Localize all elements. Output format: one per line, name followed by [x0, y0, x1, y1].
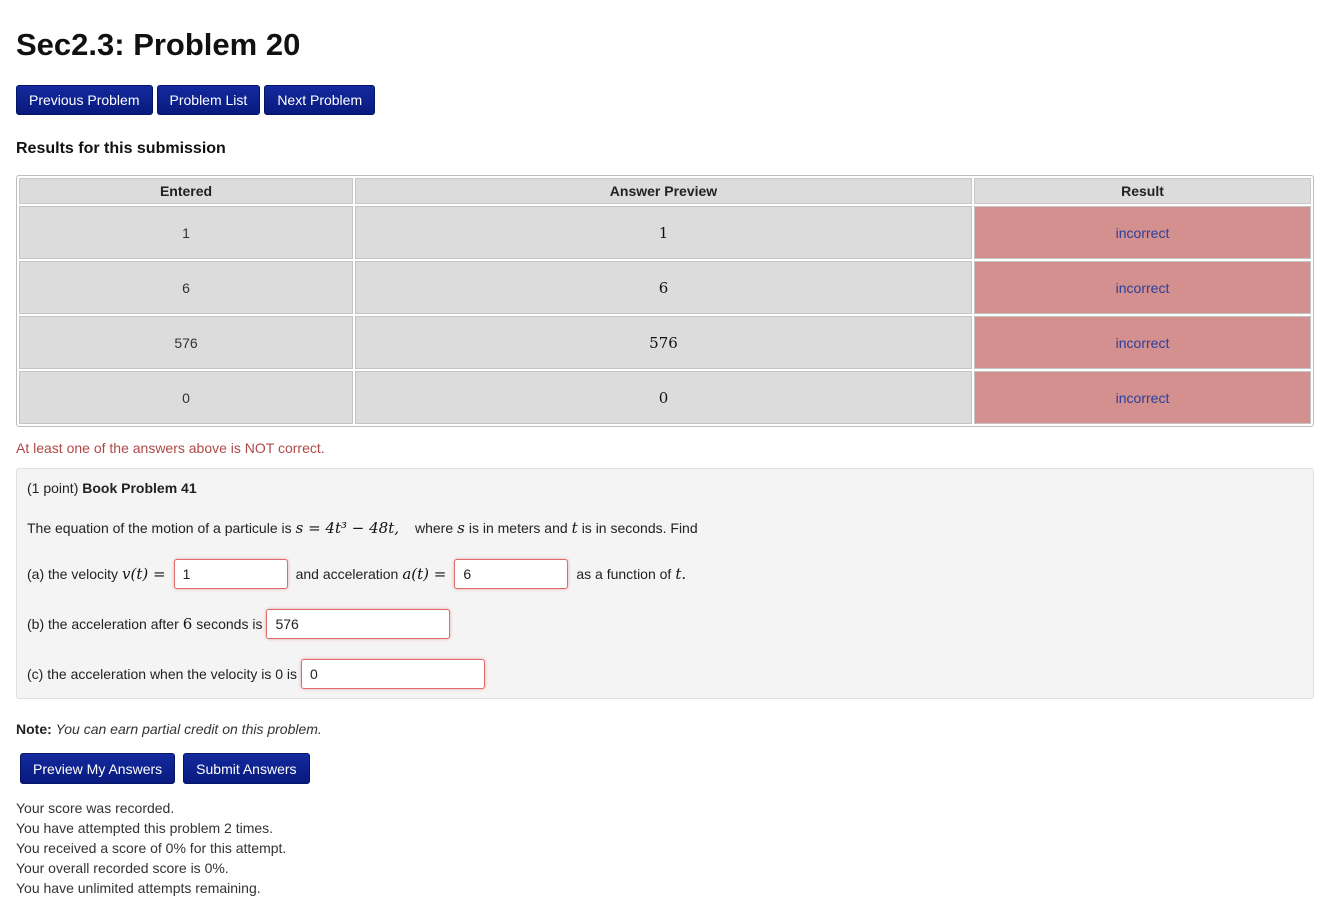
part-b-number: 6 — [182, 615, 193, 633]
part-a-middle: and acceleration — [295, 566, 399, 582]
result-cell: incorrect — [974, 371, 1311, 424]
page-title: Sec2.3: Problem 20 — [16, 27, 301, 62]
answer-actions: Preview My Answers Submit Answers — [20, 753, 310, 784]
problem-name: Book Problem 41 — [82, 480, 197, 496]
velocity-symbol: v(t) = — [122, 565, 166, 583]
variable-s: s — [457, 519, 465, 537]
variable-t-suffix: t. — [675, 565, 687, 583]
incorrect-warning: At least one of the answers above is NOT… — [16, 440, 325, 456]
results-header-row: Entered Answer Preview Result — [19, 178, 1311, 204]
problem-nav: Previous Problem Problem List Next Probl… — [16, 85, 376, 115]
acceleration-answer-input[interactable] — [454, 559, 569, 589]
part-a: (a) the velocity v(t) = and acceleration… — [27, 559, 690, 589]
problem-header: (1 point) Book Problem 41 — [27, 480, 197, 496]
result-cell: incorrect — [974, 206, 1311, 259]
status-line: You received a score of 0% for this atte… — [16, 840, 287, 856]
previous-problem-button[interactable]: Previous Problem — [16, 85, 153, 115]
intro-where: where — [414, 520, 454, 536]
table-row: 6 6 incorrect — [19, 261, 1311, 314]
part-b-prefix: (b) the acceleration after — [27, 616, 179, 632]
status-line: You have attempted this problem 2 times. — [16, 820, 274, 836]
entered-cell: 576 — [19, 316, 353, 369]
intro-text-before: The equation of the motion of a particul… — [27, 520, 292, 536]
part-b: (b) the acceleration after 6 seconds is — [27, 609, 454, 639]
entered-cell: 1 — [19, 206, 353, 259]
column-header-answer-preview: Answer Preview — [355, 178, 972, 204]
problem-list-button[interactable]: Problem List — [156, 85, 261, 115]
part-b-suffix: seconds is — [196, 616, 263, 632]
column-header-entered: Entered — [19, 178, 353, 204]
results-title: Results for this submission — [16, 140, 226, 157]
answer-preview-cell: 0 — [355, 371, 972, 424]
acceleration-after-seconds-input[interactable] — [266, 609, 451, 639]
intro-text-mid: is in meters and — [468, 520, 568, 536]
column-header-result: Result — [974, 178, 1311, 204]
submit-answers-button[interactable]: Submit Answers — [183, 753, 310, 784]
partial-credit-note: Note: You can earn partial credit on thi… — [16, 721, 322, 737]
answer-preview-cell: 6 — [355, 261, 972, 314]
acceleration-zero-velocity-input[interactable] — [301, 659, 486, 689]
part-a-prefix: (a) the velocity — [27, 566, 119, 582]
status-line: Your overall recorded score is 0%. — [16, 860, 229, 876]
status-line: You have unlimited attempts remaining. — [16, 880, 261, 896]
part-a-suffix: as a function of — [576, 566, 672, 582]
answer-preview-cell: 1 — [355, 206, 972, 259]
answer-preview-cell: 576 — [355, 316, 972, 369]
preview-answers-button[interactable]: Preview My Answers — [20, 753, 176, 784]
score-status: Your score was recorded. You have attemp… — [16, 798, 286, 898]
part-c: (c) the acceleration when the velocity i… — [27, 659, 489, 689]
status-line: Your score was recorded. — [16, 800, 175, 816]
table-row: 0 0 incorrect — [19, 371, 1311, 424]
table-row: 576 576 incorrect — [19, 316, 1311, 369]
entered-cell: 0 — [19, 371, 353, 424]
intro-text-after: is in seconds. Find — [581, 520, 698, 536]
acceleration-symbol: a(t) = — [402, 565, 447, 583]
problem-points: (1 point) — [27, 480, 79, 496]
result-cell: incorrect — [974, 316, 1311, 369]
results-table: Entered Answer Preview Result 1 1 incorr… — [16, 175, 1314, 427]
result-cell: incorrect — [974, 261, 1311, 314]
problem-intro: The equation of the motion of a particul… — [27, 519, 698, 537]
variable-t: t — [571, 519, 578, 537]
problem-body: (1 point) Book Problem 41 The equation o… — [16, 468, 1314, 699]
next-problem-button[interactable]: Next Problem — [264, 85, 376, 115]
part-c-prefix: (c) the acceleration when the velocity i… — [27, 666, 298, 682]
table-row: 1 1 incorrect — [19, 206, 1311, 259]
entered-cell: 6 — [19, 261, 353, 314]
motion-equation: s = 4t³ − 48t, — [295, 519, 399, 537]
note-label: Note: — [16, 721, 52, 737]
note-text: You can earn partial credit on this prob… — [55, 721, 322, 737]
velocity-answer-input[interactable] — [173, 559, 288, 589]
